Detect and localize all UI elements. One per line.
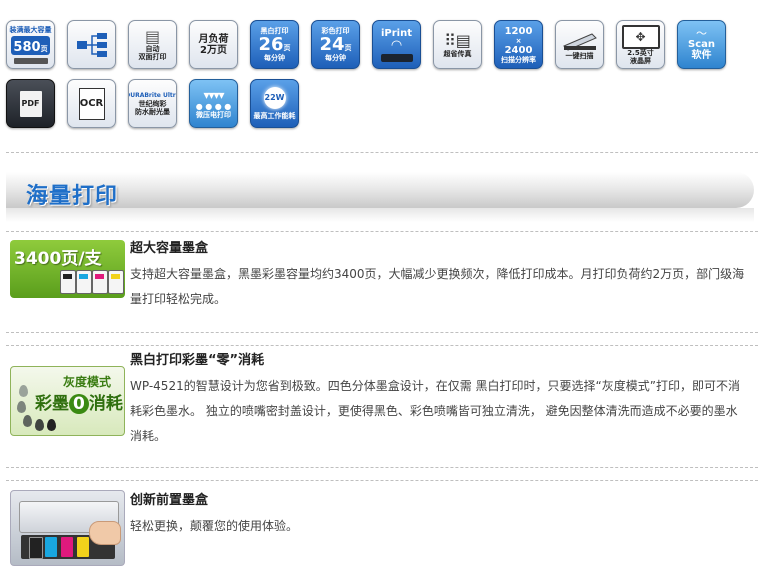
ink-cartridge-image: 3400页/支 [10,240,125,298]
wifi-icon: ◠ [390,37,403,53]
droplets-icon: ● ● ● ● [195,102,232,111]
paper-capacity-icon: 装满最大容量 580页 [6,20,55,69]
feature-icon-grid: 装满最大容量 580页 ▤ 自动 双面打印 月负荷 2万页 黑白打印 26页 每… [6,20,756,138]
fax-icon: ⠿▤ 超省传真 [433,20,482,69]
bulb-icon: 22W [263,87,286,109]
pdf-page: PDF [19,90,42,117]
cartridge-cyan [76,270,92,294]
scan-resolution-icon: 1200 × 2400 扫描分辨率 [494,20,543,69]
scan-wave-icon: 〜 [696,27,707,40]
section-title: 海量打印 [26,184,119,209]
feature-icon-row-1: 装满最大容量 580页 ▤ 自动 双面打印 月负荷 2万页 黑白打印 26页 每… [6,20,756,69]
scanner-icon [562,32,597,51]
micro-piezo-icon: ▾▾▾▾ ● ● ● ● 微压电打印 [189,79,238,128]
cartridge-yellow [108,270,124,294]
feature-description: WP-4521的智慧设计为您省到极致。四色分体墨盒设计，在仅需 黑白打印时，只要… [130,379,740,443]
cartridge-magenta [92,270,108,294]
power-icon: 22W 最高工作能耗 [250,79,299,128]
nozzle-icon: ▾▾▾▾ [203,88,224,102]
ink-capacity-badge: 3400页/支 [14,249,102,269]
divider-top [6,152,758,153]
feature-description: 轻松更换，颠覆您的使用体验。 [130,519,299,533]
section-header-bar: 海量打印 [6,172,754,209]
one-touch-scan-icon: 一键扫描 [555,20,604,69]
cartridge-cyan [45,537,57,557]
network-diagram-icon [76,32,107,57]
feature-title: 创新前置墨盒 [130,493,209,508]
divider-2b [6,480,758,481]
cartridge-yellow [77,537,89,557]
iprint-icon: iPrint ◠ [372,20,421,69]
feature-description: 支持超大容量墨盒，黑墨彩墨容量均约3400页，大幅减少更换频次，降低打印成本。月… [130,267,745,306]
network-icon [67,20,116,69]
monthly-duty-icon: 月负荷 2万页 [189,20,238,69]
ink-drop-icon [23,415,32,427]
auto-duplex-icon: ▤ 自动 双面打印 [128,20,177,69]
arrows-icon: ✥ [621,24,660,49]
ink-drop-icon [19,385,28,397]
cartridge-magenta [61,537,73,557]
divider-section [6,231,758,232]
divider-2 [6,467,758,468]
ink-drop-icon [47,419,56,431]
lcd-icon: ✥ 2.5英寸 液晶屏 [616,20,665,69]
divider-1b [6,345,758,346]
document-icon: ▤ [144,26,161,46]
section-header-reflection [6,208,754,222]
color-speed-icon: 彩色打印 24页 每分钟 [311,20,360,69]
scan-software-icon: 〜 Scan 软件 [677,20,726,69]
ocr-icon: OCR [67,79,116,128]
cartridge-black [29,537,43,559]
divider-1 [6,332,758,333]
grayscale-mode-image: 灰度模式 彩墨 0 消耗 [10,366,125,436]
durabrite-icon: DURABrite Ultra 世纪绚彩 防水耐光墨 [128,79,177,128]
ink-drop-icon [35,419,44,431]
keypad-icon: ⠿▤ [444,30,471,50]
paper-tray-icon [13,57,48,64]
printer-icon [380,53,413,62]
front-cartridge-image [10,490,125,566]
feature-title: 超大容量墨盒 [130,241,209,256]
feature-title: 黑白打印彩墨“零”消耗 [130,353,265,368]
feature-icon-row-2: PDF OCR DURABrite Ultra 世纪绚彩 防水耐光墨 ▾▾▾▾ … [6,79,756,128]
mono-speed-icon: 黑白打印 26页 每分钟 [250,20,299,69]
pdf-icon: PDF [6,79,55,128]
ink-drop-icon [17,401,26,413]
cartridge-black [60,270,76,294]
hand-image [89,521,121,545]
